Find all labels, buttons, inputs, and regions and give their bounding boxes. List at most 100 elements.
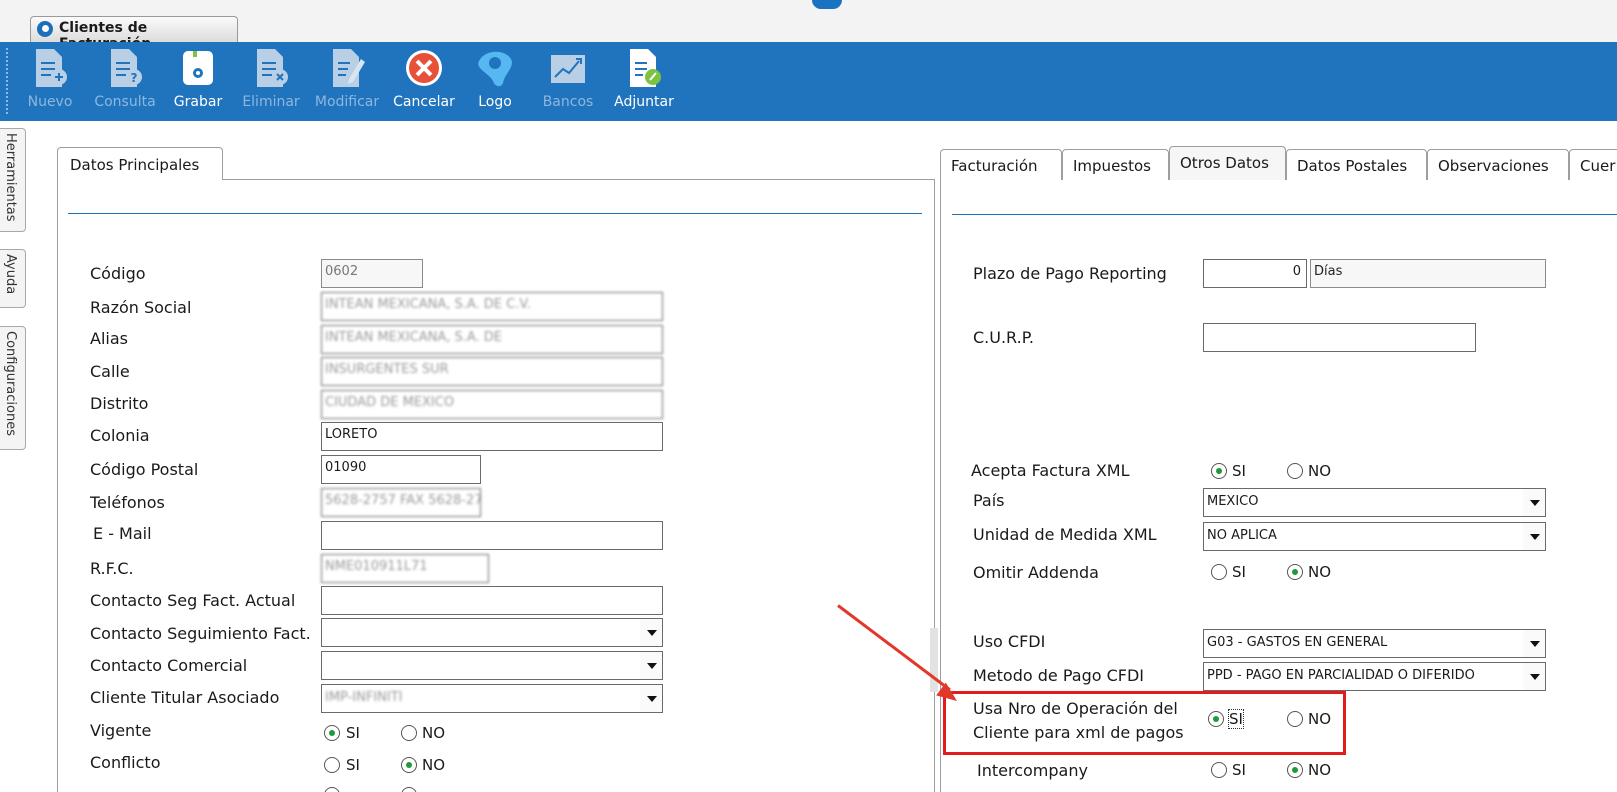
document-query-icon: ?	[105, 47, 145, 89]
conflicto-no-radio[interactable]	[401, 757, 417, 773]
pais-label: País	[973, 491, 1005, 510]
eliminar-button[interactable]: Eliminar	[240, 47, 302, 117]
attach-icon	[624, 47, 664, 89]
tab-observaciones[interactable]: Observaciones	[1427, 149, 1569, 180]
curp-field[interactable]	[1203, 323, 1476, 352]
adjuntar-label: Adjuntar	[614, 94, 674, 110]
cancelar-label: Cancelar	[393, 94, 455, 110]
acepta-xml-no-radio[interactable]	[1287, 463, 1303, 479]
cliente-titular-select[interactable]: IMP-INFINITI	[321, 684, 663, 713]
plazo-pago-label: Plazo de Pago Reporting	[973, 264, 1167, 283]
codigo-field[interactable]: 0602	[321, 259, 423, 288]
highlight-box	[943, 691, 1346, 755]
side-tab-ayuda[interactable]: Ayuda	[0, 249, 26, 308]
rfc-field[interactable]: NME010911L71	[321, 554, 489, 583]
grabar-button[interactable]: Grabar	[170, 47, 226, 117]
side-tab-configuraciones-label: Configuraciones	[3, 331, 18, 436]
tab-facturacion-label: Facturación	[951, 157, 1038, 175]
contacto-seg-actual-label: Contacto Seg Fact. Actual	[90, 591, 296, 610]
conflicto-label: Conflicto	[90, 753, 161, 772]
consulta-button[interactable]: ? Consulta	[93, 47, 157, 117]
tab-impuestos[interactable]: Impuestos	[1062, 149, 1169, 180]
unidad-medida-select[interactable]: NO APLICA	[1203, 522, 1546, 551]
plazo-pago-unit: Días	[1310, 259, 1546, 288]
chevron-down-icon[interactable]	[1523, 663, 1545, 690]
vigente-no-radio[interactable]	[401, 725, 417, 741]
toolbar-grip[interactable]	[6, 48, 10, 114]
vigente-si-radio[interactable]	[324, 725, 340, 741]
app-logo-icon	[37, 21, 53, 37]
tab-cuentas[interactable]: Cuer	[1569, 149, 1617, 180]
chevron-down-icon[interactable]	[1523, 630, 1545, 657]
tab-facturacion[interactable]: Facturación	[940, 149, 1062, 180]
omitir-addenda-si-label: SI	[1232, 563, 1246, 581]
vigente-label: Vigente	[90, 721, 152, 740]
tab-otros-datos-label: Otros Datos	[1180, 154, 1269, 172]
conflicto-no-label: NO	[422, 756, 446, 774]
side-tab-configuraciones[interactable]: Configuraciones	[0, 326, 26, 450]
document-edit-icon	[327, 47, 367, 89]
contacto-seg-actual-field[interactable]	[321, 586, 663, 615]
modificar-button[interactable]: Modificar	[313, 47, 381, 117]
intercompany-no-radio[interactable]	[1287, 762, 1303, 778]
bancos-button[interactable]: Bancos	[540, 47, 596, 117]
nuevo-button[interactable]: Nuevo	[22, 47, 78, 117]
unidad-medida-label: Unidad de Medida XML	[973, 525, 1157, 544]
acepta-xml-si-radio[interactable]	[1211, 463, 1227, 479]
omitir-addenda-no-radio[interactable]	[1287, 564, 1303, 580]
contacto-comercial-select[interactable]	[321, 651, 663, 680]
logo-button[interactable]: Logo	[472, 47, 518, 117]
uso-cfdi-select[interactable]: G03 - GASTOS EN GENERAL	[1203, 629, 1546, 658]
omitir-addenda-no-label: NO	[1308, 563, 1332, 581]
uso-cfdi-value: G03 - GASTOS EN GENERAL	[1207, 635, 1388, 650]
intercompany-si-radio[interactable]	[1211, 762, 1227, 778]
chart-icon	[548, 47, 588, 89]
chevron-down-icon[interactable]	[640, 652, 662, 679]
alias-field[interactable]: INTEAN MEXICANA, S.A. DE	[321, 325, 663, 354]
logo-label: Logo	[478, 94, 512, 110]
vigente-no-label: NO	[422, 724, 446, 742]
omitir-addenda-label: Omitir Addenda	[973, 563, 1099, 582]
tab-otros-datos[interactable]: Otros Datos	[1169, 146, 1286, 180]
side-tab-herramientas[interactable]: Herramientas	[0, 128, 26, 232]
omitir-addenda-si-radio[interactable]	[1211, 564, 1227, 580]
codigo-postal-field[interactable]: 01090	[321, 455, 481, 484]
distrito-field[interactable]: CIUDAD DE MEXICO	[321, 390, 663, 419]
intercompany-no-label: NO	[1308, 761, 1332, 779]
rfc-label: R.F.C.	[90, 559, 134, 578]
chevron-down-icon[interactable]	[1523, 489, 1545, 516]
acepta-xml-no-label: NO	[1308, 462, 1332, 480]
adjuntar-button[interactable]: Adjuntar	[613, 47, 675, 117]
consulta-label: Consulta	[94, 94, 156, 110]
cancel-icon	[404, 47, 444, 89]
uso-cfdi-label: Uso CFDI	[973, 632, 1046, 651]
cancelar-button[interactable]: Cancelar	[390, 47, 458, 117]
tab-datos-principales-label: Datos Principales	[70, 156, 200, 174]
tab-datos-postales[interactable]: Datos Postales	[1286, 149, 1427, 180]
codigo-postal-label: Código Postal	[90, 460, 199, 479]
telefonos-field[interactable]: 5628-2757 FAX 5628-27	[321, 488, 481, 517]
metodo-pago-select[interactable]: PPD - PAGO EN PARCIALIDAD O DIFERIDO	[1203, 662, 1546, 691]
side-tab-herramientas-label: Herramientas	[3, 133, 18, 222]
plazo-pago-field[interactable]: 0	[1203, 259, 1307, 288]
chevron-down-icon[interactable]	[640, 619, 662, 646]
contacto-seguimiento-select[interactable]	[321, 618, 663, 647]
nuevo-label: Nuevo	[27, 94, 73, 110]
curp-label: C.U.R.P.	[973, 328, 1034, 347]
cliente-titular-label: Cliente Titular Asociado	[90, 688, 280, 707]
email-field[interactable]	[321, 521, 663, 550]
tab-datos-principales[interactable]: Datos Principales	[57, 147, 223, 180]
document-tab[interactable]: Clientes de Facturación	[30, 16, 238, 52]
unidad-medida-value: NO APLICA	[1207, 528, 1277, 543]
cliente-titular-value: IMP-INFINITI	[325, 690, 403, 705]
razon-social-field[interactable]: INTEAN MEXICANA, S.A. DE C.V.	[321, 292, 663, 321]
chevron-down-icon[interactable]	[1523, 523, 1545, 550]
colonia-field[interactable]: LORETO	[321, 422, 663, 451]
chevron-down-icon[interactable]	[640, 685, 662, 712]
metodo-pago-value: PPD - PAGO EN PARCIALIDAD O DIFERIDO	[1207, 668, 1475, 683]
pais-select[interactable]: MEXICO	[1203, 488, 1546, 517]
conflicto-si-radio[interactable]	[324, 757, 340, 773]
colonia-label: Colonia	[90, 426, 150, 445]
brand-mark-icon	[812, 0, 842, 9]
calle-field[interactable]: INSURGENTES SUR	[321, 357, 663, 386]
